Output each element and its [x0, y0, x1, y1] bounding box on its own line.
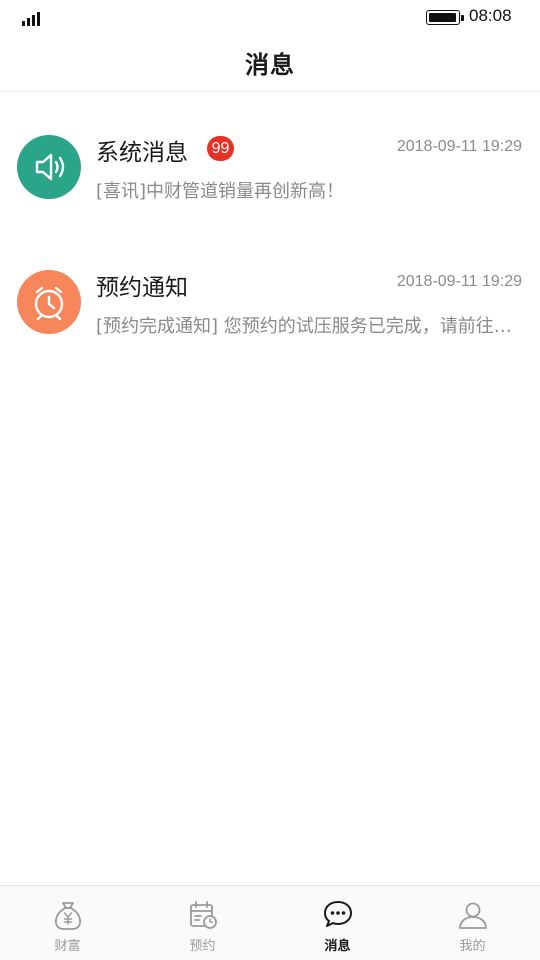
message-preview: [预约完成通知] 您预约的试压服务已完成，请前往查看服务详情	[96, 316, 524, 337]
message-time: 2018-09-11 19:29	[396, 138, 522, 155]
speaker-icon	[17, 135, 81, 199]
message-screen: 08:08 消息 系统消息 99 2018-09-11 19:29 [喜讯]中财…	[0, 0, 540, 960]
calendar-clock-icon	[186, 898, 220, 932]
nav-header: 消息	[0, 34, 540, 92]
message-title: 预约通知	[96, 275, 188, 301]
alarm-clock-icon	[17, 270, 81, 334]
tab-appointment[interactable]: 预约	[135, 886, 270, 960]
tab-label: 消息	[324, 939, 351, 954]
message-time: 2018-09-11 19:29	[396, 273, 522, 290]
tab-bar: 财富 预约 消息 我的	[0, 885, 540, 960]
status-time: 08:08	[469, 6, 512, 25]
chat-bubble-icon	[321, 898, 355, 932]
status-bar: 08:08	[0, 0, 540, 34]
user-icon	[456, 898, 490, 932]
page-title: 消息	[245, 51, 295, 79]
tab-label: 我的	[459, 939, 486, 954]
unread-badge: 99	[207, 136, 234, 161]
message-preview: [喜讯]中财管道销量再创新高！	[96, 181, 345, 202]
money-bag-icon	[51, 898, 85, 932]
tab-messages[interactable]: 消息	[270, 886, 405, 960]
battery-icon	[426, 10, 464, 25]
tab-label: 财富	[54, 939, 81, 954]
signal-bars-icon	[22, 10, 44, 26]
tab-profile[interactable]: 我的	[405, 886, 540, 960]
message-item-appointment[interactable]: 预约通知 2018-09-11 19:29 [预约完成通知] 您预约的试压服务已…	[0, 262, 540, 362]
tab-label: 预约	[189, 939, 216, 954]
tab-wealth[interactable]: 财富	[0, 886, 135, 960]
message-item-system[interactable]: 系统消息 99 2018-09-11 19:29 [喜讯]中财管道销量再创新高！	[0, 127, 540, 227]
message-title: 系统消息	[96, 140, 188, 166]
